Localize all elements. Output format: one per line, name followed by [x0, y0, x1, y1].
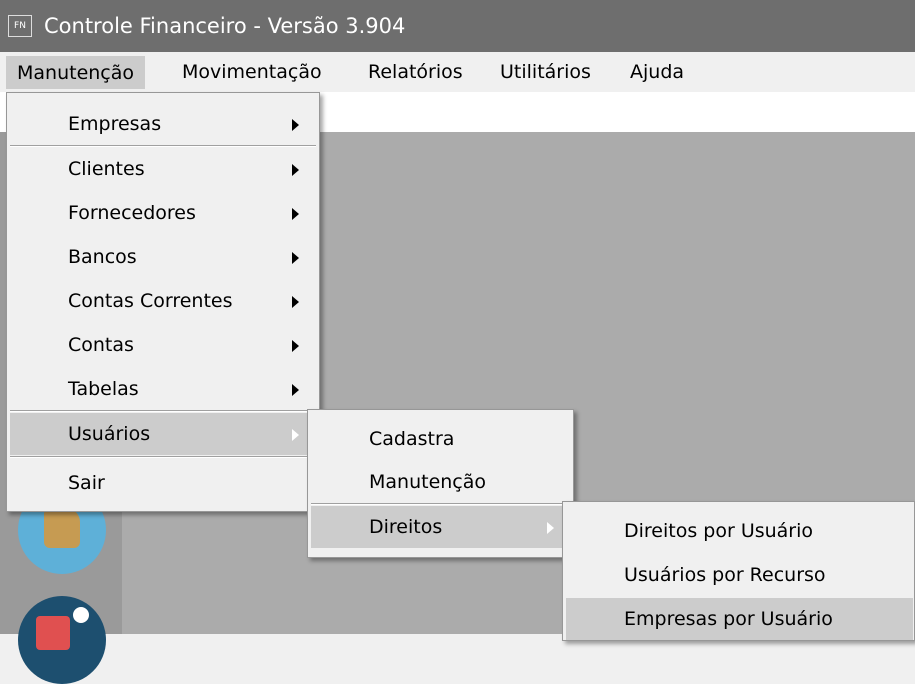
menu-item-label: Manutenção — [369, 471, 487, 493]
menu-item-direitos[interactable]: Direitos — [311, 506, 570, 548]
submenu-arrow-icon — [292, 252, 299, 264]
menu-item-usuarios[interactable]: Usuários — [10, 413, 316, 455]
window-title: Controle Financeiro - Versão 3.904 — [44, 14, 406, 38]
menu-item-fornecedores[interactable]: Fornecedores — [10, 192, 316, 234]
menu-manutencao[interactable]: Manutenção — [6, 56, 146, 89]
menu-movimentacao[interactable]: Movimentação — [172, 56, 332, 89]
menu-separator-highlight — [10, 146, 316, 147]
menu-separator-highlight — [10, 457, 316, 458]
title-bar: FN Controle Financeiro - Versão 3.904 — [0, 0, 915, 52]
menu-item-label: Direitos — [369, 516, 443, 538]
menu-item-label: Tabelas — [68, 378, 139, 400]
usuarios-submenu: Cadastra Manutenção Direitos — [307, 409, 574, 558]
menu-item-usuarios-por-recurso[interactable]: Usuários por Recurso — [566, 554, 913, 596]
menu-item-clientes[interactable]: Clientes — [10, 148, 316, 190]
menu-item-label: Clientes — [68, 158, 145, 180]
menu-separator-highlight — [311, 504, 570, 505]
menu-item-contas[interactable]: Contas — [10, 324, 316, 366]
submenu-arrow-icon — [292, 429, 299, 441]
menu-item-label: Contas — [68, 334, 134, 356]
menu-item-tabelas[interactable]: Tabelas — [10, 368, 316, 410]
menu-item-label: Bancos — [68, 246, 137, 268]
menu-item-label: Sair — [68, 472, 105, 494]
menu-item-sair[interactable]: Sair — [10, 462, 316, 504]
menu-item-contas-correntes[interactable]: Contas Correntes — [10, 280, 316, 322]
menu-item-cadastra[interactable]: Cadastra — [311, 418, 570, 460]
submenu-arrow-icon — [292, 340, 299, 352]
menu-item-manutencao-usuarios[interactable]: Manutenção — [311, 461, 570, 503]
menu-item-label: Direitos por Usuário — [624, 520, 814, 542]
submenu-arrow-icon — [292, 296, 299, 308]
submenu-arrow-icon — [292, 208, 299, 220]
menu-separator-highlight — [10, 411, 316, 412]
menu-item-label: Usuários — [68, 423, 151, 445]
menu-item-direitos-por-usuario[interactable]: Direitos por Usuário — [566, 510, 913, 552]
menu-ajuda[interactable]: Ajuda — [620, 56, 694, 89]
manutencao-menu: Empresas Clientes Fornecedores Bancos Co… — [6, 92, 320, 512]
submenu-arrow-icon — [292, 384, 299, 396]
menu-item-label: Fornecedores — [68, 202, 196, 224]
payment-module-icon[interactable] — [18, 596, 106, 684]
menu-bar: Manutenção Movimentação Relatórios Utili… — [0, 52, 915, 92]
menu-item-empresas[interactable]: Empresas — [10, 103, 316, 145]
menu-item-label: Empresas — [68, 113, 162, 135]
submenu-arrow-icon — [292, 164, 299, 176]
menu-item-label: Contas Correntes — [68, 290, 233, 312]
app-icon: FN — [8, 15, 32, 37]
submenu-arrow-icon — [292, 119, 299, 131]
menu-relatorios[interactable]: Relatórios — [358, 56, 473, 89]
menu-item-label: Cadastra — [369, 428, 455, 450]
submenu-arrow-icon — [547, 522, 554, 534]
direitos-submenu: Direitos por Usuário Usuários por Recurs… — [562, 501, 915, 641]
menu-utilitarios[interactable]: Utilitários — [490, 56, 601, 89]
menu-item-label: Usuários por Recurso — [624, 564, 826, 586]
menu-item-bancos[interactable]: Bancos — [10, 236, 316, 278]
